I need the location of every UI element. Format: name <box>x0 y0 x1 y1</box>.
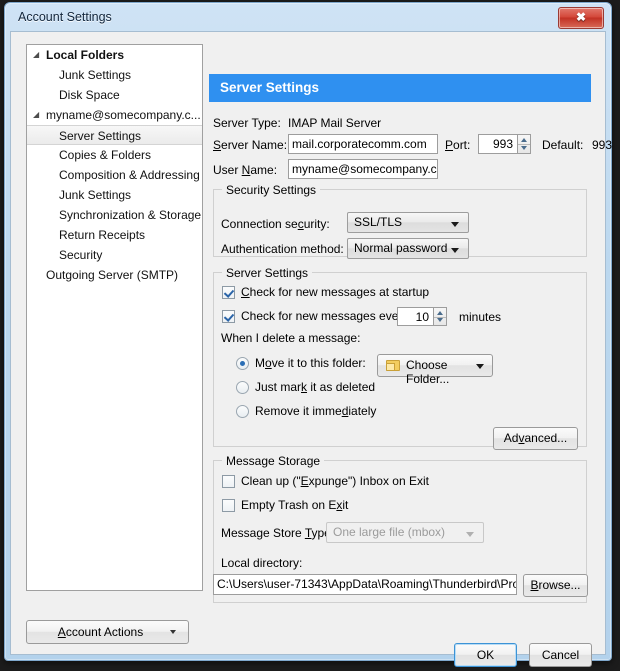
expunge-inbox-checkbox[interactable] <box>222 475 235 488</box>
radio-mark-as-deleted[interactable] <box>236 381 249 394</box>
account-settings-window: Account Settings ✖ ◢ Local Folders Junk Se… <box>4 2 612 667</box>
title-bar: Account Settings ✖ <box>5 3 611 33</box>
ok-button[interactable]: OK <box>454 643 517 667</box>
sidebar-item-label: Junk Settings <box>59 188 132 202</box>
port-label: Port: <box>445 138 471 152</box>
advanced-button[interactable]: Advanced... <box>493 427 578 450</box>
sidebar-item-server-settings[interactable]: Server Settings <box>27 125 202 145</box>
message-storage-title: Message Storage <box>222 454 325 468</box>
server-type-value: IMAP Mail Server <box>288 116 382 130</box>
chevron-down-icon <box>476 364 484 369</box>
sidebar-item-disk-space[interactable]: Disk Space <box>27 85 202 105</box>
security-settings-title: Security Settings <box>222 183 321 197</box>
check-at-startup-label: Check for new messages at startup <box>241 285 430 299</box>
check-at-startup-checkbox[interactable] <box>222 286 235 299</box>
pane-header-title: Server Settings <box>220 80 320 95</box>
sidebar-item-label: Outgoing Server (SMTP) <box>46 268 179 282</box>
choose-folder-label: Choose Folder... <box>406 358 450 386</box>
sidebar-item-label: Copies & Folders <box>59 148 152 162</box>
radio-move-to-folder[interactable] <box>236 357 249 370</box>
port-spinner[interactable] <box>518 134 531 154</box>
sidebar-item-return-receipts[interactable]: Return Receipts <box>27 225 202 245</box>
chevron-down-icon <box>451 248 459 253</box>
port-input[interactable]: 993 <box>478 134 518 154</box>
sidebar-item-label: Security <box>59 248 103 262</box>
account-actions-button[interactable]: Account Actions <box>26 620 189 644</box>
folder-icon <box>386 360 400 371</box>
sidebar-item-composition-addressing[interactable]: Composition & Addressing <box>27 165 202 185</box>
account-tree[interactable]: ◢ Local Folders Junk Settings Disk Space ◢ my… <box>26 44 203 591</box>
close-button[interactable]: ✖ <box>558 7 604 29</box>
sidebar-item-security[interactable]: Security <box>27 245 202 265</box>
expunge-inbox-label: Clean up ("Expunge") Inbox on Exit <box>241 474 429 488</box>
check-interval-spinner[interactable] <box>434 307 447 326</box>
chevron-down-icon <box>451 222 459 227</box>
radio-mark-as-deleted-label: Just mark it as deleted <box>255 380 376 394</box>
sidebar-item-myname-somecompany-c[interactable]: ◢ myname@somecompany.c... <box>27 105 202 125</box>
empty-trash-checkbox[interactable] <box>222 499 235 512</box>
empty-trash-label: Empty Trash on Exit <box>241 498 349 512</box>
account-actions-label: Account Actions <box>57 625 144 639</box>
account-tree-items: ◢ Local Folders Junk Settings Disk Space ◢ my… <box>27 45 202 285</box>
message-store-type-dropdown: One large file (mbox) <box>326 522 484 543</box>
sidebar-item-label: Synchronization & Storage <box>59 208 202 222</box>
check-interval-input[interactable]: 10 <box>397 307 434 326</box>
minutes-label: minutes <box>459 310 502 324</box>
sidebar-item-local-folders[interactable]: ◢ Local Folders <box>27 45 202 65</box>
chevron-down-icon <box>170 630 176 634</box>
user-name-input[interactable]: myname@somecompany.co <box>288 159 438 179</box>
pane-header: Server Settings <box>209 74 591 102</box>
close-icon: ✖ <box>575 10 587 24</box>
server-name-label: Server Name: <box>213 138 288 152</box>
spinner-up-icon[interactable] <box>521 138 527 142</box>
message-store-type-label: Message Store Type: <box>221 526 335 540</box>
dialog-client-area: ◢ Local Folders Junk Settings Disk Space ◢ my… <box>10 31 612 667</box>
sidebar-item-label: Disk Space <box>59 88 120 102</box>
sidebar-item-junk-settings[interactable]: Junk Settings <box>27 65 202 85</box>
settings-pane: Server Settings Server Type: IMAP Mail S… <box>209 44 612 604</box>
sidebar-item-junk-settings[interactable]: Junk Settings <box>27 185 202 205</box>
sidebar-item-label: Junk Settings <box>59 68 132 82</box>
sidebar-item-outgoing-server-smtp[interactable]: Outgoing Server (SMTP) <box>27 265 202 285</box>
local-directory-input[interactable]: C:\Users\user-71343\AppData\Roaming\Thun… <box>213 574 517 595</box>
spinner-down-icon[interactable] <box>521 146 527 150</box>
connection-security-label: Connection security: <box>221 217 330 231</box>
default-port-value: 993 <box>592 138 613 152</box>
sidebar-item-copies-folders[interactable]: Copies & Folders <box>27 145 202 165</box>
check-every-label: Check for new messages every <box>241 309 408 323</box>
radio-remove-immediately[interactable] <box>236 405 249 418</box>
default-port-label: Default: <box>542 138 584 152</box>
user-name-label: User Name: <box>213 163 278 177</box>
sidebar-item-label: Composition & Addressing <box>59 168 200 182</box>
choose-folder-button[interactable]: Choose Folder... <box>377 354 493 386</box>
server-name-input[interactable]: mail.corporatecomm.com <box>288 134 438 154</box>
server-settings-group-title: Server Settings <box>222 266 313 280</box>
browse-button[interactable]: Browse... <box>523 574 588 597</box>
auth-method-label: Authentication method: <box>221 242 344 256</box>
sidebar-item-label: Server Settings <box>59 129 142 143</box>
spinner-divider <box>518 144 530 145</box>
spinner-up-icon[interactable] <box>437 311 443 315</box>
local-directory-label: Local directory: <box>221 556 303 570</box>
sidebar-item-label: Return Receipts <box>59 228 146 242</box>
tree-twisty-icon[interactable]: ◢ <box>33 105 43 125</box>
connection-security-dropdown[interactable]: SSL/TLS <box>347 212 469 233</box>
check-every-checkbox[interactable] <box>222 310 235 323</box>
sidebar-item-synchronization-storage[interactable]: Synchronization & Storage <box>27 205 202 225</box>
window-title: Account Settings <box>18 10 112 24</box>
sidebar-item-label: myname@somecompany.c... <box>46 108 201 122</box>
server-type-label: Server Type: <box>213 116 281 130</box>
tree-twisty-icon[interactable]: ◢ <box>33 45 43 65</box>
auth-method-dropdown[interactable]: Normal password <box>347 238 469 259</box>
sidebar-item-label: Local Folders <box>46 48 125 62</box>
radio-remove-immediately-label: Remove it immediately <box>255 404 377 418</box>
delete-message-prompt: When I delete a message: <box>221 331 361 345</box>
cancel-button[interactable]: Cancel <box>529 643 592 667</box>
chevron-down-icon <box>466 532 474 537</box>
radio-move-to-folder-label: Move it to this folder: <box>255 356 366 370</box>
spinner-down-icon[interactable] <box>437 318 443 322</box>
